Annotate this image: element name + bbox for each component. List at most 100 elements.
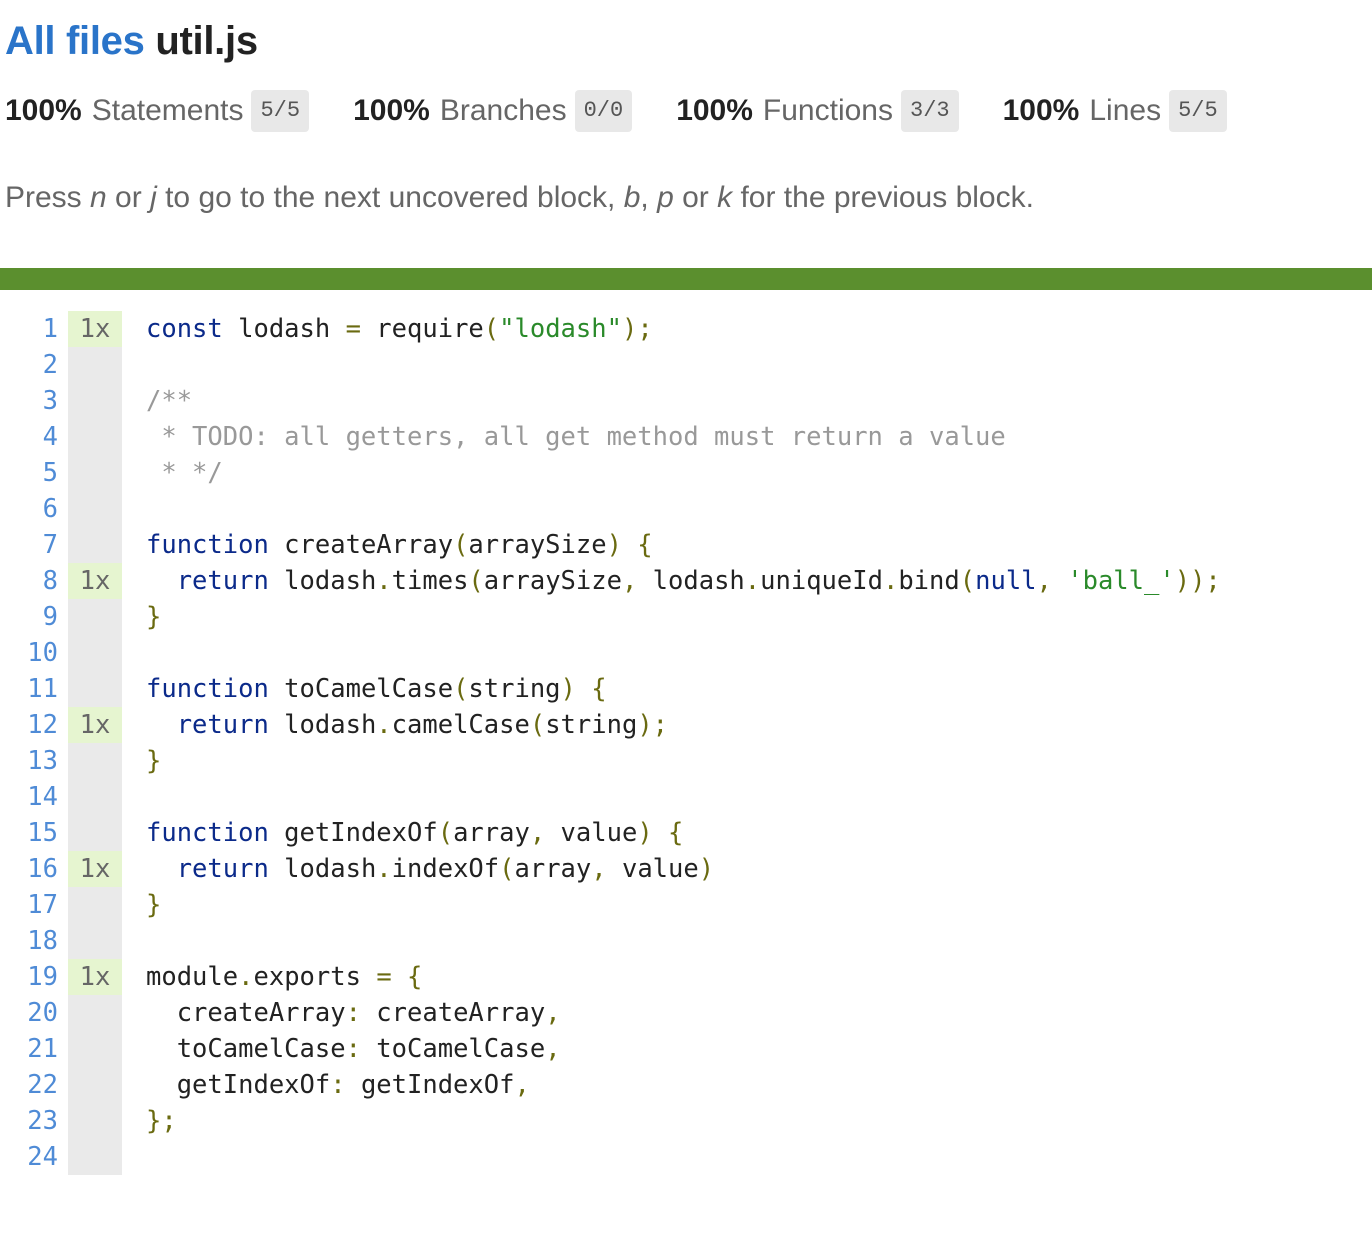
code-token: getIndexOf xyxy=(345,1070,515,1100)
code-token: } xyxy=(146,746,162,776)
code-token: = xyxy=(345,314,361,344)
stat-functions: 100% Functions 3/3 xyxy=(676,90,959,132)
hit-count xyxy=(68,383,122,419)
code-token: . xyxy=(238,962,254,992)
source-code: getIndexOf: getIndexOf, xyxy=(146,1067,530,1103)
hint-key: k xyxy=(717,181,733,214)
all-files-link[interactable]: All files xyxy=(5,19,145,63)
stat-label: Statements xyxy=(91,94,244,127)
line-number-link[interactable]: 6 xyxy=(0,491,58,527)
hit-count xyxy=(68,1031,122,1067)
code-token: : xyxy=(345,1034,361,1064)
code-token: ( xyxy=(468,566,484,596)
line-number-link[interactable]: 22 xyxy=(0,1067,58,1103)
stat-fraction-badge: 5/5 xyxy=(1169,90,1227,132)
coverage-summary: 100% Statements 5/5 100% Branches 0/0 10… xyxy=(5,88,1271,134)
code-token: ( xyxy=(529,710,546,740)
page-title: All files util.js xyxy=(5,14,258,68)
source-code: } xyxy=(146,887,161,923)
hint-text: for the previous block. xyxy=(732,181,1034,214)
code-token: value xyxy=(606,854,699,884)
source-code: const lodash = require("lodash"); xyxy=(146,311,653,347)
code-token: return xyxy=(146,566,269,596)
line-number-link[interactable]: 7 xyxy=(0,527,58,563)
stat-label: Functions xyxy=(762,94,893,127)
stat-percent: 100% xyxy=(5,94,82,127)
keyboard-hint: Press n or j to go to the next uncovered… xyxy=(5,178,1034,218)
code-token: toCamelCase xyxy=(268,674,454,704)
stat-percent: 100% xyxy=(676,94,753,127)
line-number-link[interactable]: 2 xyxy=(0,347,58,383)
line-number-link[interactable]: 15 xyxy=(0,815,58,851)
code-token: . xyxy=(376,566,392,596)
line-number-link[interactable]: 10 xyxy=(0,635,58,671)
code-token: , xyxy=(514,1070,530,1100)
line-number-link[interactable]: 21 xyxy=(0,1031,58,1067)
line-number-link[interactable]: 4 xyxy=(0,419,58,455)
code-token: . xyxy=(882,566,899,596)
line-number-link[interactable]: 16 xyxy=(0,851,58,887)
hit-count xyxy=(68,995,122,1031)
code-token: exports xyxy=(253,962,377,992)
code-token: toCamelCase xyxy=(146,1034,346,1064)
hit-count xyxy=(68,1139,122,1175)
line-number-link[interactable]: 12 xyxy=(0,707,58,743)
page-header: All files util.js xyxy=(5,14,258,68)
hit-count: 1x xyxy=(68,959,122,995)
code-token: ) { xyxy=(606,530,653,560)
line-number-link[interactable]: 23 xyxy=(0,1103,58,1139)
line-number-link[interactable]: 5 xyxy=(0,455,58,491)
hint-text: to go to the next uncovered block, xyxy=(156,181,624,214)
hit-count xyxy=(68,1067,122,1103)
code-token: ( xyxy=(499,854,515,884)
code-token: module xyxy=(146,962,239,992)
line-number-link[interactable]: 9 xyxy=(0,599,58,635)
hit-count xyxy=(68,887,122,923)
code-token: } xyxy=(146,602,162,632)
source-code: * */ xyxy=(146,455,222,491)
code-token: ( xyxy=(437,818,454,848)
hit-count xyxy=(68,599,122,635)
source-code: return lodash.indexOf(array, value) xyxy=(146,851,714,887)
code-token: getIndexOf xyxy=(146,1070,331,1100)
line-number-link[interactable]: 24 xyxy=(0,1139,58,1175)
code-token: lodash xyxy=(268,710,377,740)
line-number-link[interactable]: 11 xyxy=(0,671,58,707)
line-number-link[interactable]: 19 xyxy=(0,959,58,995)
code-token: array xyxy=(514,854,592,884)
code-token: ( xyxy=(959,566,976,596)
line-number-link[interactable]: 18 xyxy=(0,923,58,959)
code-token: , xyxy=(545,1034,561,1064)
code-token: }; xyxy=(146,1106,177,1136)
hint-text: or xyxy=(673,181,718,214)
source-code: /** xyxy=(146,383,192,419)
code-token: ) { xyxy=(637,818,684,848)
code-token: bind xyxy=(898,566,960,596)
line-number-link[interactable]: 1 xyxy=(0,311,58,347)
code-token: camelCase xyxy=(391,710,530,740)
stat-lines: 100% Lines 5/5 xyxy=(1003,90,1227,132)
source-code: function getIndexOf(array, value) { xyxy=(146,815,683,851)
source-code: function createArray(arraySize) { xyxy=(146,527,653,563)
line-number-link[interactable]: 8 xyxy=(0,563,58,599)
hit-count xyxy=(68,491,122,527)
hit-count: 1x xyxy=(68,707,122,743)
hit-count: 1x xyxy=(68,851,122,887)
code-token: createArray xyxy=(360,998,546,1028)
hint-text: or xyxy=(106,181,151,214)
code-token: , xyxy=(545,998,561,1028)
line-number-link[interactable]: 3 xyxy=(0,383,58,419)
source-code: function toCamelCase(string) { xyxy=(146,671,607,707)
code-token: lodash xyxy=(268,566,377,596)
code-token: require xyxy=(360,314,484,344)
hit-count xyxy=(68,347,122,383)
line-number-link[interactable]: 13 xyxy=(0,743,58,779)
line-number-link[interactable]: 17 xyxy=(0,887,58,923)
line-number-link[interactable]: 20 xyxy=(0,995,58,1031)
hit-count xyxy=(68,635,122,671)
line-number-link[interactable]: 14 xyxy=(0,779,58,815)
hit-count xyxy=(68,455,122,491)
hit-count: 1x xyxy=(68,311,122,347)
code-token: ( xyxy=(453,530,469,560)
code-token: , xyxy=(1036,566,1052,596)
